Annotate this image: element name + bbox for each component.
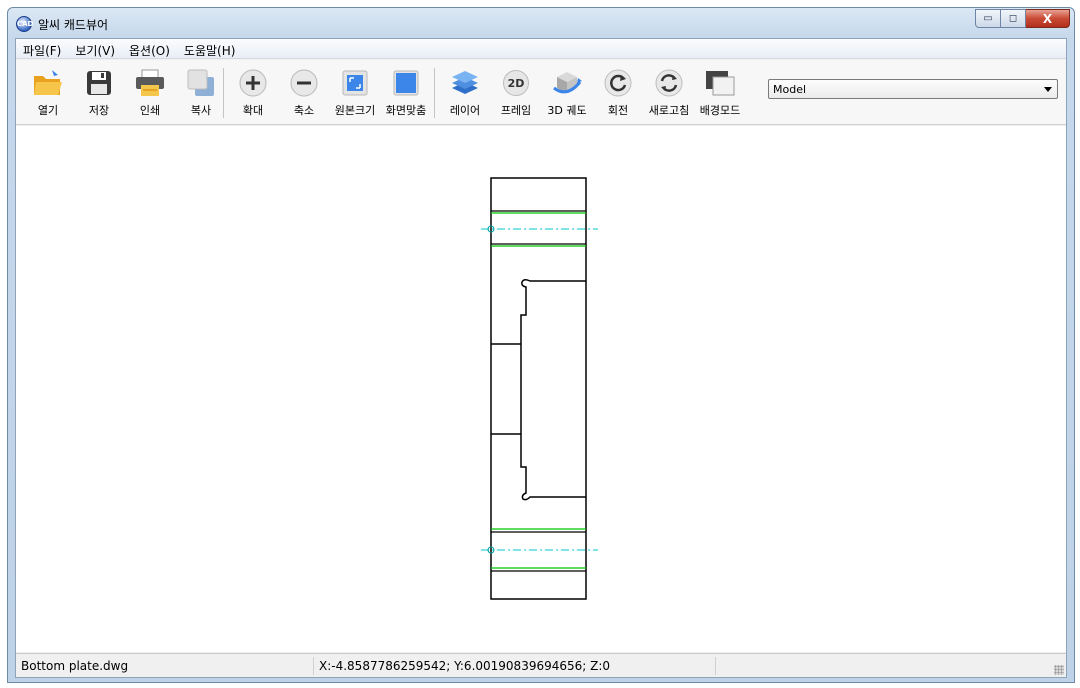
copy-button[interactable]: 복사 [175,66,227,120]
menu-bar: 파일(F) 보기(V) 옵션(O) 도움말(H) [16,39,1066,59]
printer-icon [133,66,167,100]
app-icon: CAD [16,16,33,32]
original-size-label: 원본크기 [334,104,376,117]
maximize-button[interactable]: ◻ [1001,9,1026,28]
status-filename: Bottom plate.dwg [18,657,314,675]
print-button[interactable]: 인쇄 [124,66,176,120]
3d-orbit-label: 3D 궤도 [547,104,587,117]
original-size-button[interactable]: 원본크기 [329,66,381,120]
original-size-icon [338,66,372,100]
toolbar-separator [434,68,435,118]
zoom-out-icon [287,66,321,100]
zoom-in-button[interactable]: 확대 [227,66,279,120]
window-title: 알씨 캐드뷰어 [38,18,109,32]
title-bar[interactable]: CAD 알씨 캐드뷰어 ▭ ◻ X [8,8,1074,38]
zoom-in-icon [236,66,270,100]
zoom-out-label: 축소 [293,104,315,117]
refresh-label: 새로고침 [648,104,690,117]
print-label: 인쇄 [139,104,161,117]
app-window: CAD 알씨 캐드뷰어 ▭ ◻ X 파일(F) 보기(V) 옵션(O) 도움말(… [7,7,1075,683]
resize-grip-icon[interactable] [1054,665,1064,675]
chevron-down-icon [1044,87,1052,92]
toolbar: 열기 저장 인쇄 복사 확대 축소 원본크기 화면맞춤 레이어 2D 프레임 3… [16,60,1066,125]
cad-drawing [481,177,598,600]
background-mode-icon [703,66,737,100]
background-mode-label: 배경모드 [699,104,741,117]
layers-label: 레이어 [449,104,481,117]
layers-button[interactable]: 레이어 [439,66,491,120]
2d-badge: 2D [503,70,529,96]
client-area: 파일(F) 보기(V) 옵션(O) 도움말(H) 열기 저장 인쇄 복사 확대 … [15,38,1067,678]
folder-open-icon [31,66,65,100]
frame-button[interactable]: 2D 프레임 [490,66,542,120]
save-button[interactable]: 저장 [73,66,125,120]
frame-label: 프레임 [500,104,532,117]
fit-screen-icon [389,66,423,100]
copy-icon [184,66,218,100]
zoom-in-label: 확대 [242,104,264,117]
save-label: 저장 [88,104,110,117]
fit-screen-label: 화면맞춤 [385,104,427,117]
status-extra [718,657,1058,675]
background-mode-button[interactable]: 배경모드 [694,66,746,120]
layout-select[interactable]: Model [768,79,1058,99]
status-bar: Bottom plate.dwg X:-4.8587786259542; Y:6… [16,653,1066,677]
rotate-icon [601,66,635,100]
minimize-button[interactable]: ▭ [975,9,1001,28]
2d-frame-icon: 2D [499,66,533,100]
rotate-button[interactable]: 회전 [592,66,644,120]
menu-help[interactable]: 도움말(H) [177,39,243,58]
open-label: 열기 [37,104,59,117]
drawing-canvas[interactable] [16,126,1066,652]
open-button[interactable]: 열기 [22,66,74,120]
menu-view[interactable]: 보기(V) [68,39,122,58]
rotate-label: 회전 [607,104,629,117]
cutout-profile [520,278,586,501]
fit-screen-button[interactable]: 화면맞춤 [380,66,432,120]
layout-select-value: Model [773,83,807,96]
status-coordinates: X:-4.8587786259542; Y:6.00190839694656; … [316,657,716,675]
plate-outline [490,177,587,600]
floppy-save-icon [82,66,116,100]
close-button[interactable]: X [1026,9,1070,28]
zoom-out-button[interactable]: 축소 [278,66,330,120]
toolbar-separator [223,68,224,118]
menu-options[interactable]: 옵션(O) [122,39,177,58]
refresh-button[interactable]: 새로고침 [643,66,695,120]
window-controls: ▭ ◻ X [975,9,1070,28]
3d-orbit-icon [550,66,584,100]
refresh-icon [652,66,686,100]
copy-label: 복사 [190,104,212,117]
layers-icon [448,66,482,100]
menu-file[interactable]: 파일(F) [16,39,68,58]
3d-orbit-button[interactable]: 3D 궤도 [541,66,593,120]
